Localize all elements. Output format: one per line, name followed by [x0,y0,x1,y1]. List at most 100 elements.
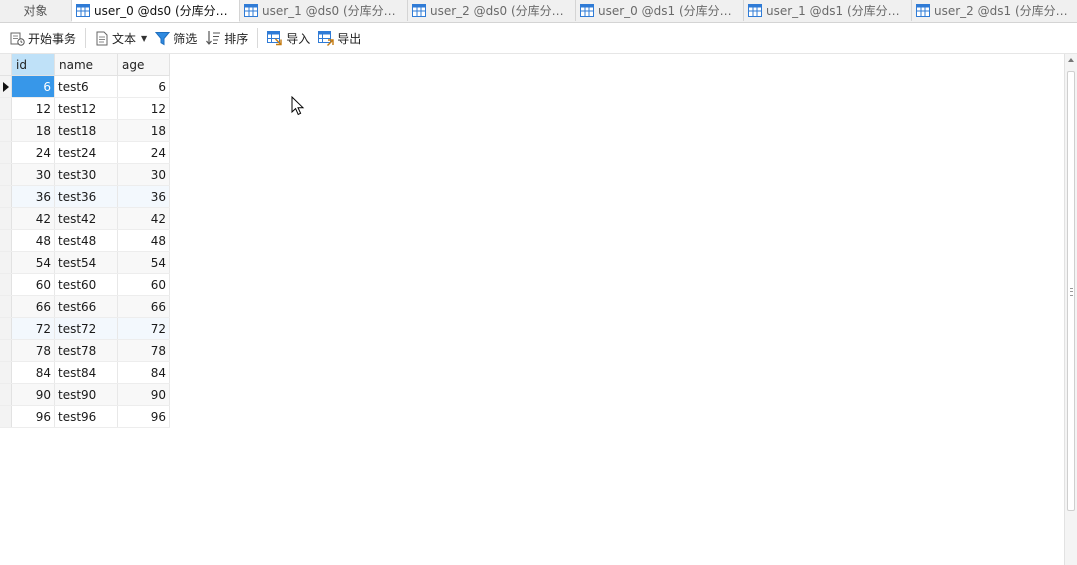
row-indicator[interactable] [0,163,12,186]
cell-age[interactable]: 54 [117,251,170,274]
table-row[interactable]: 36 test36 36 [0,185,170,208]
table-row[interactable]: 12 test12 12 [0,97,170,120]
cell-id[interactable]: 6 [11,75,55,98]
table-row[interactable]: 96 test96 96 [0,405,170,428]
cell-age[interactable]: 66 [117,295,170,318]
tab-user1-ds0[interactable]: user_1 @ds0 (分库分表... [240,0,408,21]
cell-id[interactable]: 90 [11,383,55,406]
cell-name[interactable]: test6 [54,75,118,98]
filter-button[interactable]: 筛选 [151,26,201,50]
cell-name[interactable]: test84 [54,361,118,384]
cell-name[interactable]: test72 [54,317,118,340]
scroll-up-icon[interactable] [1068,58,1074,62]
cell-age[interactable]: 24 [117,141,170,164]
cell-age[interactable]: 78 [117,339,170,362]
cell-id[interactable]: 12 [11,97,55,120]
table-row[interactable]: 18 test18 18 [0,119,170,142]
row-indicator[interactable] [0,383,12,406]
row-indicator[interactable] [0,405,12,428]
row-indicator[interactable] [0,185,12,208]
cell-name[interactable]: test36 [54,185,118,208]
begin-transaction-button[interactable]: 开始事务 [6,26,80,50]
table-row[interactable]: 24 test24 24 [0,141,170,164]
cell-name[interactable]: test54 [54,251,118,274]
tab-objects[interactable]: 对象 [0,0,72,21]
cell-name[interactable]: test96 [54,405,118,428]
cell-name[interactable]: test24 [54,141,118,164]
cell-age[interactable]: 96 [117,405,170,428]
cell-id[interactable]: 78 [11,339,55,362]
cell-id[interactable]: 36 [11,185,55,208]
cell-name[interactable]: test42 [54,207,118,230]
export-button[interactable]: 导出 [314,26,365,50]
sort-button[interactable]: 排序 [201,26,252,50]
row-indicator[interactable] [0,339,12,362]
cell-age[interactable]: 84 [117,361,170,384]
table-row[interactable]: 54 test54 54 [0,251,170,274]
row-indicator[interactable] [0,251,12,274]
cell-id[interactable]: 24 [11,141,55,164]
cell-age[interactable]: 36 [117,185,170,208]
column-header-id[interactable]: id [11,54,55,76]
row-indicator[interactable] [0,317,12,340]
tab-user0-ds1[interactable]: user_0 @ds1 (分库分表... [576,0,744,21]
row-indicator[interactable] [0,361,12,384]
cell-name[interactable]: test18 [54,119,118,142]
cell-age[interactable]: 12 [117,97,170,120]
tab-user0-ds0[interactable]: user_0 @ds0 (分库分表... [72,0,240,22]
cell-id[interactable]: 54 [11,251,55,274]
cell-id[interactable]: 60 [11,273,55,296]
cell-id[interactable]: 48 [11,229,55,252]
row-indicator[interactable] [0,273,12,296]
cell-name[interactable]: test78 [54,339,118,362]
row-indicator[interactable] [0,75,12,98]
cell-id[interactable]: 30 [11,163,55,186]
tab-user2-ds1[interactable]: user_2 @ds1 (分库分表... [912,0,1077,21]
table-row[interactable]: 60 test60 60 [0,273,170,296]
table-row[interactable]: 66 test66 66 [0,295,170,318]
table-row[interactable]: 48 test48 48 [0,229,170,252]
column-header-name[interactable]: name [54,54,118,76]
cell-name[interactable]: test48 [54,229,118,252]
text-view-button[interactable]: 文本 ▼ [91,26,151,50]
row-indicator[interactable] [0,119,12,142]
cell-age[interactable]: 18 [117,119,170,142]
cell-id[interactable]: 72 [11,317,55,340]
cell-name[interactable]: test12 [54,97,118,120]
cell-id[interactable]: 18 [11,119,55,142]
cell-id[interactable]: 84 [11,361,55,384]
import-button[interactable]: 导入 [263,26,314,50]
column-header-age[interactable]: age [117,54,170,76]
table-row[interactable]: 6 test6 6 [0,75,170,98]
cell-id[interactable]: 96 [11,405,55,428]
table-row[interactable]: 42 test42 42 [0,207,170,230]
chevron-down-icon[interactable]: ▼ [141,34,147,43]
cell-age[interactable]: 90 [117,383,170,406]
row-indicator[interactable] [0,141,12,164]
table-row[interactable]: 30 test30 30 [0,163,170,186]
cell-id[interactable]: 42 [11,207,55,230]
row-indicator[interactable] [0,207,12,230]
table-row[interactable]: 84 test84 84 [0,361,170,384]
table-row[interactable]: 78 test78 78 [0,339,170,362]
table-row[interactable]: 72 test72 72 [0,317,170,340]
table-row[interactable]: 90 test90 90 [0,383,170,406]
tab-user1-ds1[interactable]: user_1 @ds1 (分库分表... [744,0,912,21]
cell-age[interactable]: 30 [117,163,170,186]
row-indicator[interactable] [0,229,12,252]
cell-name[interactable]: test30 [54,163,118,186]
cell-age[interactable]: 60 [117,273,170,296]
cell-age[interactable]: 42 [117,207,170,230]
cell-age[interactable]: 6 [117,75,170,98]
row-indicator[interactable] [0,97,12,120]
cell-name[interactable]: test90 [54,383,118,406]
vertical-scrollbar[interactable] [1064,54,1077,565]
cell-age[interactable]: 72 [117,317,170,340]
tab-user2-ds0[interactable]: user_2 @ds0 (分库分表... [408,0,576,21]
cell-age[interactable]: 48 [117,229,170,252]
cell-id[interactable]: 66 [11,295,55,318]
row-indicator[interactable] [0,295,12,318]
scrollbar-thumb[interactable] [1067,71,1075,511]
cell-name[interactable]: test60 [54,273,118,296]
cell-name[interactable]: test66 [54,295,118,318]
